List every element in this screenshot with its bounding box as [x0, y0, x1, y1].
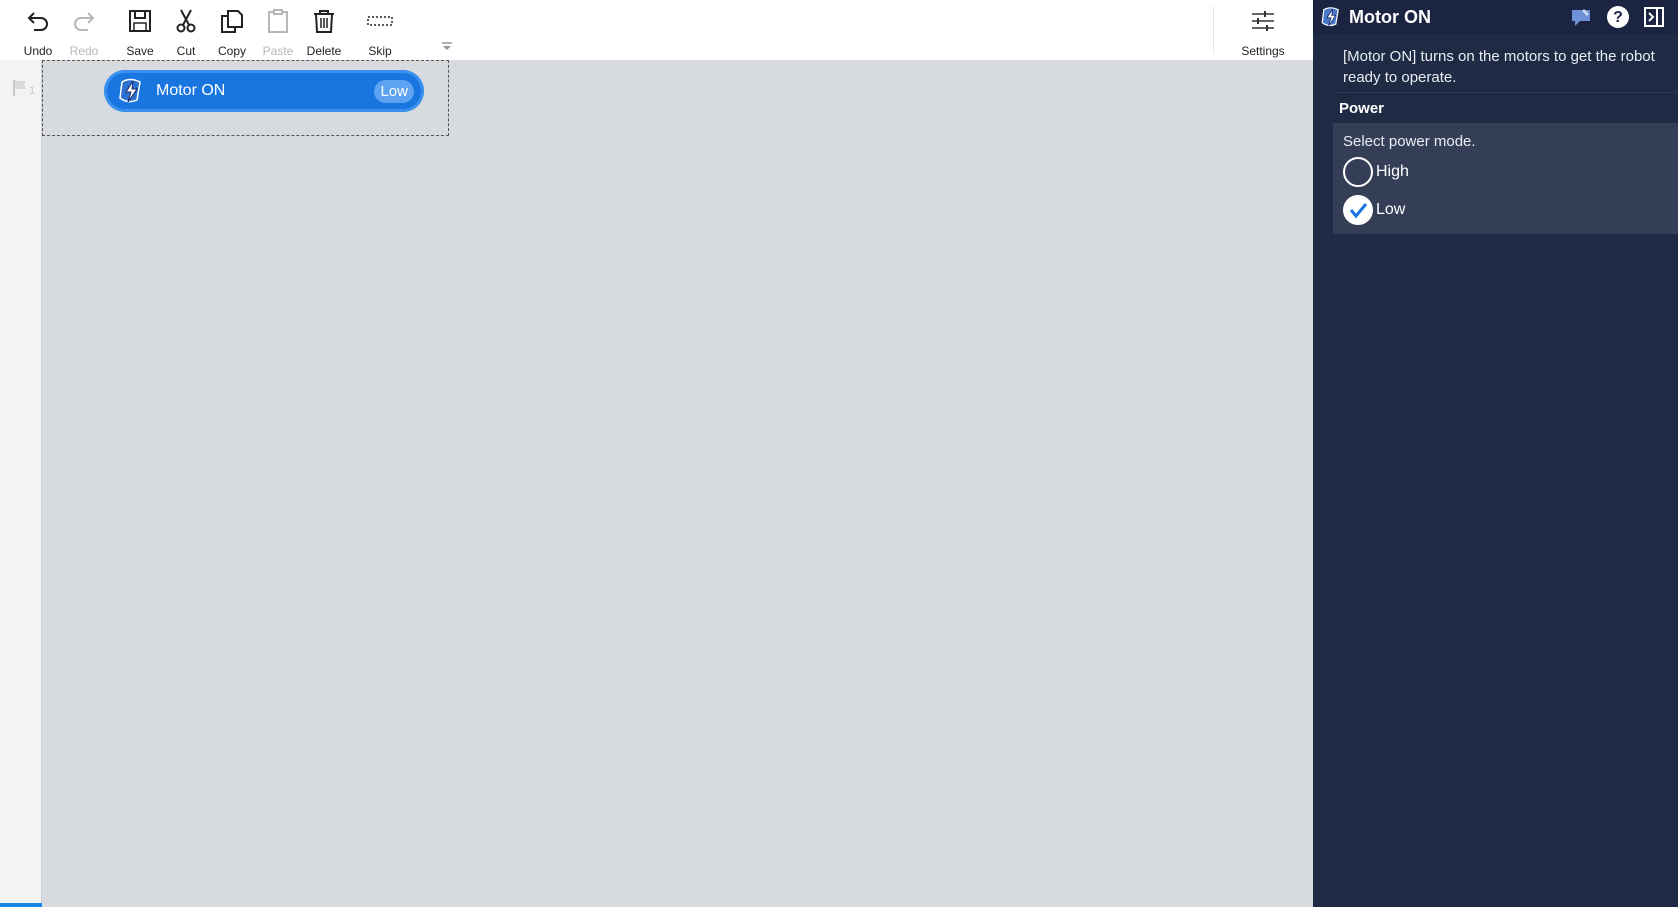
skip-button[interactable]: Skip	[356, 4, 404, 58]
panel-description: [Motor ON] turns on the motors to get th…	[1343, 48, 1655, 86]
skip-label: Skip	[368, 44, 392, 58]
radio-unchecked-icon	[1343, 157, 1373, 187]
sliders-icon	[1248, 6, 1278, 36]
block-title: Motor ON	[156, 82, 226, 99]
redo-icon	[69, 6, 99, 36]
line-number: 1	[29, 85, 35, 97]
radio-low[interactable]: Low	[1343, 195, 1405, 225]
collapse-panel-icon[interactable]	[1642, 5, 1666, 29]
delete-label: Delete	[306, 44, 342, 58]
motor-lightning-icon	[1319, 5, 1343, 29]
copy-icon	[217, 6, 247, 36]
cut-label: Cut	[176, 44, 196, 58]
undo-button[interactable]: Undo	[14, 4, 62, 58]
redo-button[interactable]: Redo	[60, 4, 108, 58]
copy-button[interactable]: Copy	[208, 4, 256, 58]
power-mode-group: Select power mode. High Low	[1333, 123, 1678, 234]
undo-label: Undo	[23, 44, 53, 58]
chevron-down-icon[interactable]	[440, 40, 454, 52]
radio-low-label: Low	[1376, 201, 1406, 218]
app-window: Undo Redo Save Cut Copy Paste Delete Ski…	[0, 0, 1678, 907]
line-gutter: 1	[0, 60, 42, 907]
toolbar: Undo Redo Save Cut Copy Paste Delete Ski…	[0, 0, 1313, 60]
scissors-icon	[171, 6, 201, 36]
undo-icon	[23, 6, 53, 36]
trash-icon	[309, 6, 339, 36]
save-label: Save	[126, 44, 154, 58]
redo-label: Redo	[69, 44, 99, 58]
radio-high-label: High	[1376, 163, 1409, 180]
toolbar-divider	[1213, 6, 1214, 54]
section-title: Power	[1339, 100, 1385, 117]
save-button[interactable]: Save	[116, 4, 164, 58]
divider	[1333, 92, 1678, 93]
property-panel: Motor ON ? [Motor ON] turns on the motor…	[1313, 0, 1678, 907]
program-canvas[interactable]: Motor ON Low	[42, 60, 1313, 907]
settings-label: Settings	[1241, 44, 1285, 58]
delete-button[interactable]: Delete	[300, 4, 348, 58]
copy-label: Copy	[217, 44, 246, 58]
skip-icon	[365, 6, 395, 36]
panel-title: Motor ON	[1349, 6, 1431, 27]
save-icon	[125, 6, 155, 36]
clipboard-icon	[263, 6, 293, 36]
svg-text:?: ?	[1613, 9, 1623, 26]
help-icon[interactable]: ?	[1606, 5, 1630, 29]
paste-label: Paste	[262, 44, 294, 58]
flag-icon[interactable]: 1	[12, 78, 36, 98]
block-power-badge: Low	[374, 79, 414, 103]
paste-button[interactable]: Paste	[254, 4, 302, 58]
radio-high[interactable]: High	[1343, 157, 1409, 187]
checkmark-icon	[1343, 195, 1373, 225]
settings-button[interactable]: Settings	[1238, 4, 1288, 58]
panel-header: Motor ON ?	[1313, 0, 1678, 34]
motor-lightning-icon	[114, 74, 148, 108]
cut-button[interactable]: Cut	[162, 4, 210, 58]
power-mode-prompt: Select power mode.	[1343, 133, 1476, 150]
motor-on-block[interactable]: Motor ON Low	[104, 70, 424, 112]
feedback-icon[interactable]	[1570, 5, 1594, 29]
